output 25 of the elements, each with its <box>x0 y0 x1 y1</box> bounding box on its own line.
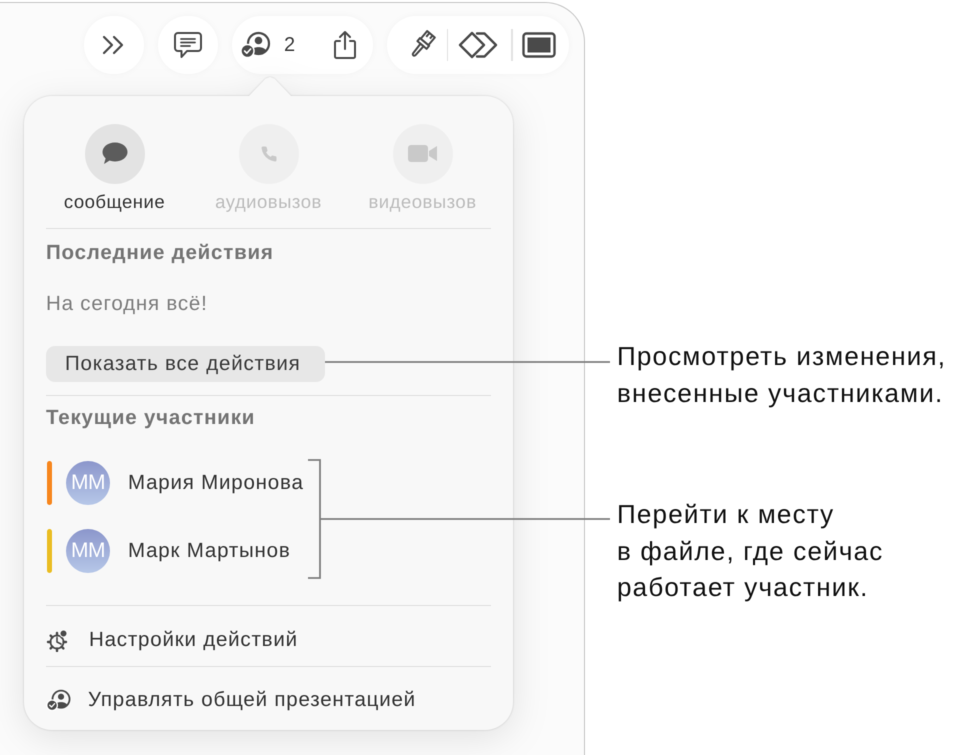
screen-icon <box>522 32 556 58</box>
people-check-icon <box>240 31 272 59</box>
participant-name[interactable]: Мария Миронова <box>128 471 304 495</box>
avatar: ММ <box>66 529 110 573</box>
video-camera-icon <box>392 124 452 184</box>
avatar: ММ <box>66 461 110 505</box>
section-heading: Последние действия <box>46 242 274 264</box>
participant-name[interactable]: Марк Мартынов <box>128 539 291 563</box>
speech-bubble-icon <box>84 124 144 184</box>
collaborate-button[interactable]: 2 <box>240 31 296 59</box>
speech-bubble-icon <box>173 31 203 59</box>
section-heading: Текущие участники <box>46 407 256 429</box>
people-check-icon <box>46 688 72 712</box>
activity-message: На сегодня всё! <box>46 293 208 315</box>
menu-item[interactable]: Настройки действий <box>46 620 298 660</box>
callout-text: Перейти к месту в файле, где сейчас работает участник. <box>617 498 884 604</box>
menu-item[interactable]: Управлять общей презентацией <box>46 680 416 720</box>
callout-text: Просмотреть изменения, внесенные участниками. <box>617 340 946 410</box>
document-button[interactable] <box>522 32 556 58</box>
phone-icon <box>238 124 298 184</box>
contact-action-button[interactable]: сообщение <box>64 124 166 212</box>
gear-icon <box>46 628 68 652</box>
show-all-activity-button[interactable]: Показать все действия <box>46 346 325 382</box>
share-button[interactable] <box>332 30 358 60</box>
share-icon <box>332 30 358 60</box>
